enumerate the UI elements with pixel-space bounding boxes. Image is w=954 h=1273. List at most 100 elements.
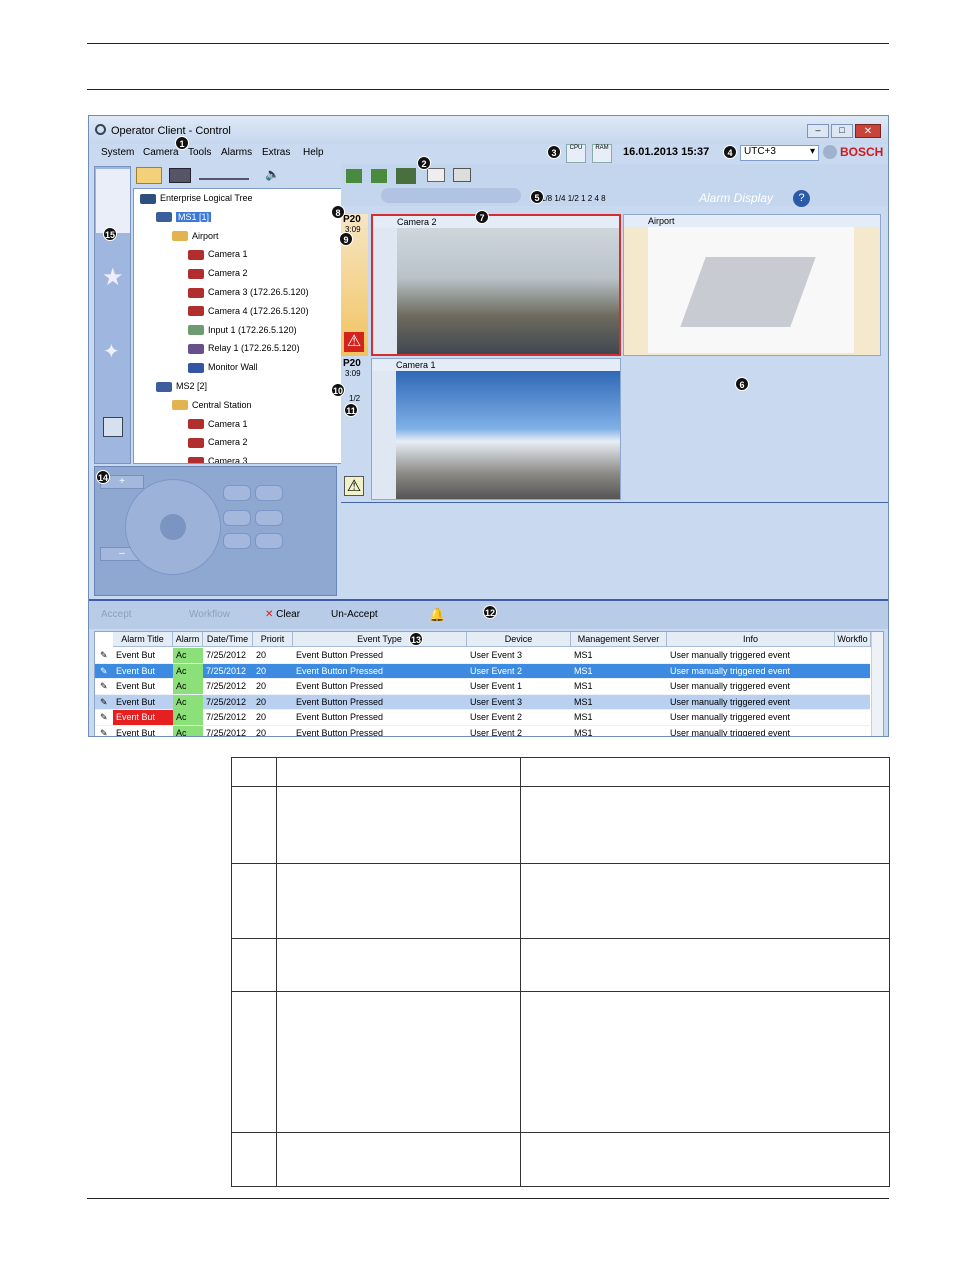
playback-controls[interactable] xyxy=(381,188,521,203)
table-cell-date: 7/25/2012 xyxy=(206,681,247,692)
menu-system[interactable]: System xyxy=(101,147,134,158)
page-indicator: 1/2 xyxy=(349,394,361,403)
playback-speed-scale[interactable]: 1/8 1/4 1/2 1 2 4 8 xyxy=(541,194,606,203)
tree-item[interactable]: Camera 1 xyxy=(188,416,248,433)
menu-tools[interactable]: Tools xyxy=(188,147,211,158)
film-icon[interactable] xyxy=(169,168,191,183)
alarm-warning-icon[interactable]: ⚠ xyxy=(344,332,364,352)
menu-camera[interactable]: Camera xyxy=(143,147,179,158)
alarm-list-scrollbar[interactable] xyxy=(871,632,883,736)
menu-alarms[interactable]: Alarms xyxy=(221,147,252,158)
column-header[interactable]: Workflo xyxy=(835,632,871,647)
tree-item[interactable]: Airport xyxy=(172,228,219,245)
table-row[interactable]: ✎ Event But Ac 7/25/2012 20 Event Button Pres… xyxy=(95,663,870,680)
alarm-row2-strip: P20 3:09 1/2 ⚠ xyxy=(341,358,368,500)
tree-item[interactable]: Camera 2 xyxy=(188,434,248,451)
camera2-pane[interactable]: Camera 2 xyxy=(371,214,621,356)
compass-icon[interactable]: ✦ xyxy=(103,339,120,364)
fullscreen-icon[interactable] xyxy=(371,169,387,183)
accept-label: Accept xyxy=(101,609,132,620)
minimize-button[interactable]: – xyxy=(807,124,829,138)
table-cell-server: MS1 xyxy=(574,665,593,676)
menu-bar: System Camera Tools Alarms Extras Help C… xyxy=(89,144,888,164)
menu-help[interactable]: Help xyxy=(303,147,324,158)
column-header[interactable]: Device xyxy=(467,632,571,647)
table-cell-info: User manually triggered event xyxy=(670,681,791,692)
iris-button[interactable] xyxy=(255,485,283,501)
table-row[interactable]: ✎ Event But Ac 7/25/2012 20 Event Button Pres… xyxy=(95,679,870,695)
column-header[interactable]: Info xyxy=(667,632,835,647)
tree-item[interactable]: Input 1 (172.26.5.120) xyxy=(188,322,297,339)
table-row[interactable]: ✎ Event But Ac 7/25/2012 20 Event Button Pres… xyxy=(95,694,870,711)
hotline-icon[interactable] xyxy=(823,145,837,159)
tree-item-label: Camera 4 (172.26.5.120) xyxy=(208,305,309,316)
maximize-button[interactable]: □ xyxy=(831,124,853,138)
star-icon[interactable]: ★ xyxy=(102,263,124,292)
column-header[interactable]: Date/Time xyxy=(203,632,253,647)
speaker-icon[interactable]: 🔈 xyxy=(265,167,280,181)
accept-button[interactable]: Accept xyxy=(101,609,132,620)
print-icon[interactable] xyxy=(427,168,445,182)
tab-logical-tree[interactable] xyxy=(96,169,130,233)
edit-icon[interactable]: ✎ xyxy=(97,664,111,679)
tree-item[interactable]: Camera 4 (172.26.5.120) xyxy=(188,303,309,320)
edit-icon[interactable]: ✎ xyxy=(97,695,111,710)
callout-marker-12: 12 xyxy=(483,605,497,619)
layout-icon[interactable] xyxy=(346,169,362,183)
edit-icon[interactable]: ✎ xyxy=(97,710,111,725)
edit-icon[interactable]: ✎ xyxy=(97,726,111,736)
tree-item[interactable]: MS2 [2] xyxy=(156,378,207,395)
page-footer-rule xyxy=(87,1198,889,1199)
preset-button[interactable] xyxy=(223,533,251,549)
volume-slider[interactable] xyxy=(199,170,249,180)
table-cell-state: Ac xyxy=(173,710,203,726)
list-icon[interactable] xyxy=(103,417,123,437)
tree-item[interactable]: Enterprise Logical Tree xyxy=(140,190,253,207)
help-icon[interactable]: ? xyxy=(793,190,810,207)
column-header[interactable]: Alarm Title xyxy=(113,632,173,647)
ptz-joystick[interactable] xyxy=(125,479,221,575)
timezone-value: UTC+3 xyxy=(744,146,776,157)
tree-item[interactable]: Monitor Wall xyxy=(188,359,258,376)
ptz-control-panel: + – xyxy=(94,466,337,596)
menu-extras[interactable]: Extras xyxy=(262,147,290,158)
focus-button[interactable] xyxy=(223,485,251,501)
focus-near-button[interactable] xyxy=(255,510,283,526)
unaccept-button[interactable]: Un-Accept xyxy=(331,609,378,620)
table-cell-info: User manually triggered event xyxy=(670,728,791,737)
aux-button[interactable] xyxy=(255,533,283,549)
bell-icon[interactable]: 🔔 xyxy=(429,607,445,623)
camera-icon xyxy=(188,250,204,261)
clear-button[interactable]: ✕ Clear xyxy=(265,609,300,620)
focus-far-button[interactable] xyxy=(223,510,251,526)
sequence-icon[interactable] xyxy=(396,168,416,184)
airport-map-pane[interactable]: Airport xyxy=(623,214,881,356)
column-header[interactable]: Alarm xyxy=(173,632,203,647)
tree-item[interactable]: Camera 3 xyxy=(188,453,248,463)
table-row[interactable]: ✎ Event But Ac 7/25/2012 20 Event Button Pres… xyxy=(95,726,870,737)
edit-icon[interactable]: ✎ xyxy=(97,648,111,663)
alarm-warning-icon-2[interactable]: ⚠ xyxy=(344,476,364,496)
snapshot-icon[interactable] xyxy=(453,168,471,182)
workflow-button[interactable]: Workflow xyxy=(189,609,230,620)
column-header[interactable]: Management Server xyxy=(571,632,667,647)
column-header[interactable]: Priorit xyxy=(253,632,293,647)
tree-item[interactable]: Camera 2 xyxy=(188,265,248,282)
tree-item[interactable]: Camera 1 xyxy=(188,246,248,263)
table-cell-type: Event Button Pressed xyxy=(296,712,384,723)
tree-item[interactable]: MS1 [1] xyxy=(156,209,212,226)
column-header[interactable]: Event Type xyxy=(293,632,467,647)
tree-item[interactable]: Relay 1 (172.26.5.120) xyxy=(188,340,300,357)
tree-item[interactable]: Camera 3 (172.26.5.120) xyxy=(188,284,309,301)
camera-tool-icon[interactable] xyxy=(136,167,162,184)
table-cell-title: Event But xyxy=(116,728,156,737)
clear-label: Clear xyxy=(276,609,301,620)
camera1-pane[interactable]: Camera 1 xyxy=(371,358,621,500)
timezone-select[interactable]: UTC+3 ▾ xyxy=(740,145,819,161)
close-button[interactable]: ✕ xyxy=(855,124,881,138)
table-row[interactable]: ✎ Event But Ac 7/25/2012 20 Event Button Pres… xyxy=(95,710,870,726)
ptz-center-knob[interactable] xyxy=(160,514,186,540)
tree-item[interactable]: Central Station xyxy=(172,397,252,414)
edit-icon[interactable]: ✎ xyxy=(97,679,111,694)
table-row[interactable]: ✎ Event But Ac 7/25/2012 20 Event Button Pres… xyxy=(95,648,870,664)
